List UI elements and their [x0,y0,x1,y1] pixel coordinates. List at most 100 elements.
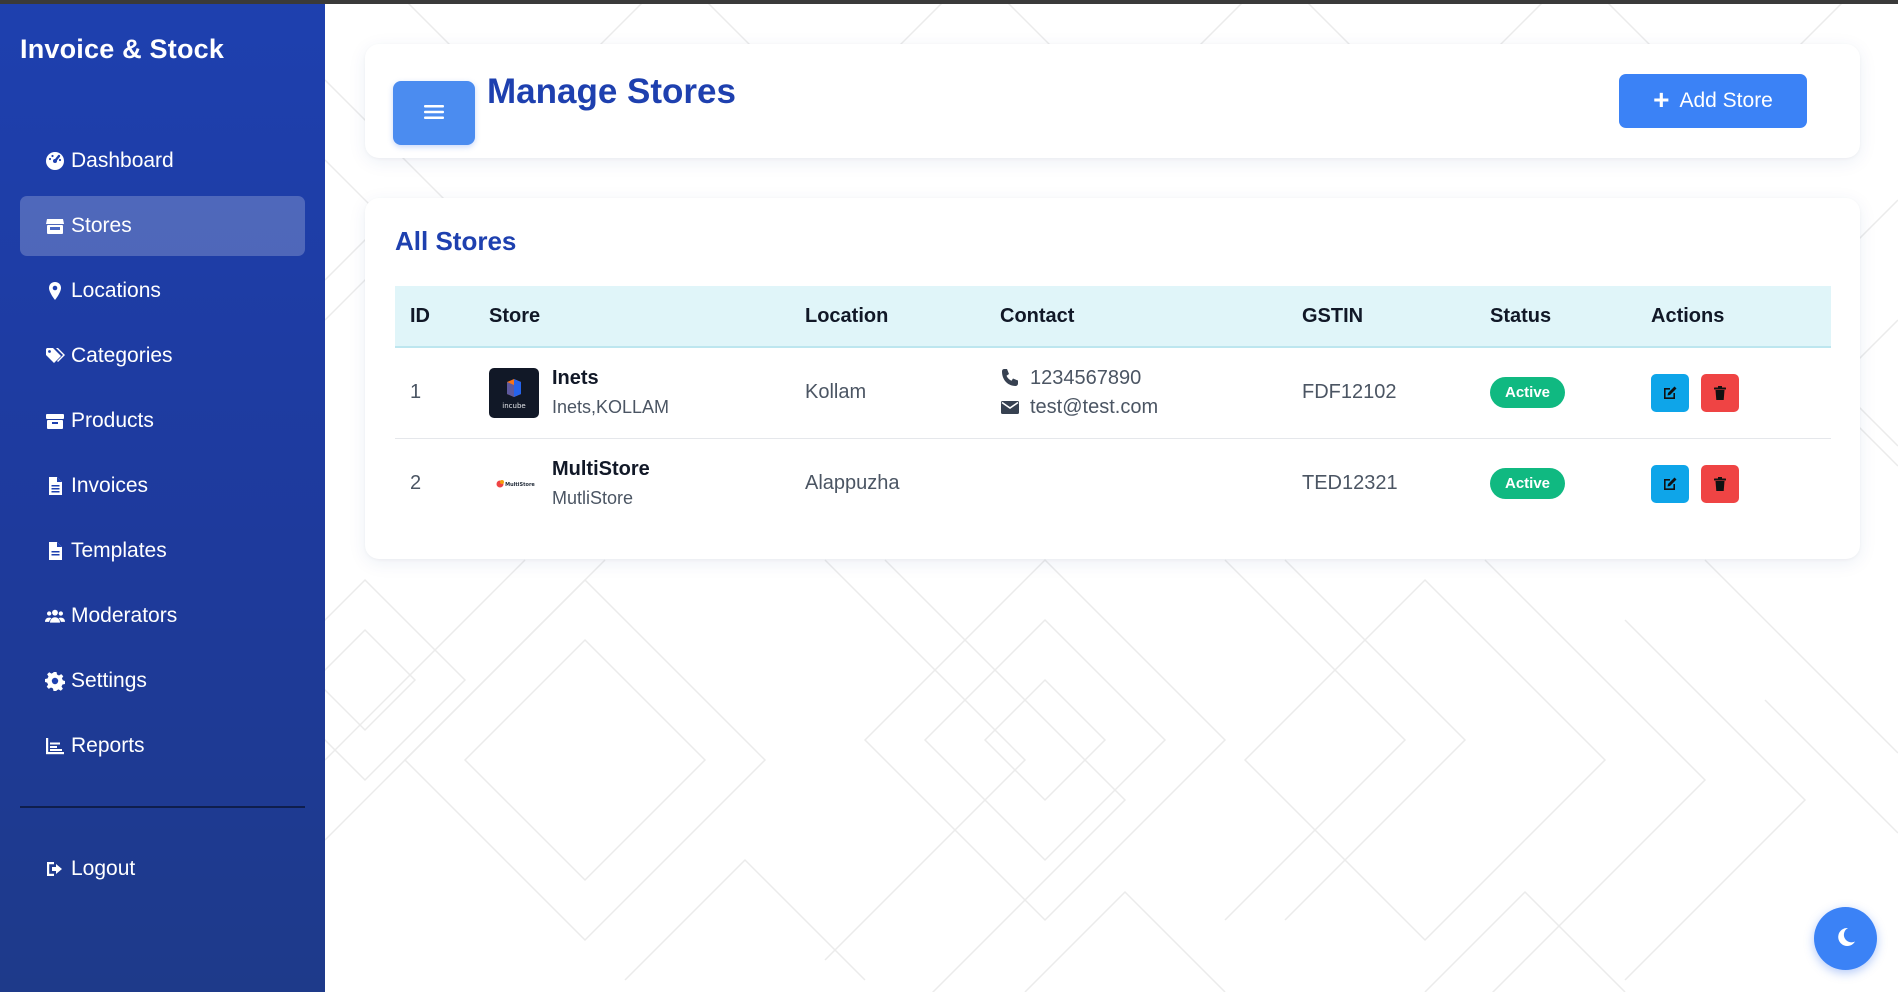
column-header-actions: Actions [1636,286,1831,348]
sidebar-item-stores[interactable]: Stores [20,196,305,256]
sidebar-item-categories[interactable]: Categories [20,326,305,386]
cell-location: Kollam [805,381,867,404]
gear-icon [44,670,66,692]
phone-number: 1234567890 [1030,366,1142,389]
sidebar-item-invoices[interactable]: Invoices [20,456,305,516]
cell-status: Active [1475,347,1636,438]
trash-icon [1714,476,1726,491]
cell-id: 2 [410,472,422,495]
add-store-button[interactable]: + Add Store [1619,74,1807,128]
users-icon [44,605,66,627]
stores-table: ID Store Location Contact GSTIN Status A… [395,286,1831,529]
trash-icon [1714,385,1726,400]
sidebar-item-label: Settings [71,669,147,692]
edit-button[interactable] [1651,464,1689,503]
page-header-card: Manage Stores + Add Store [365,44,1860,158]
sidebar-item-label: Stores [71,214,132,237]
column-header-gstin: GSTIN [1287,286,1475,348]
sidebar-item-label: Invoices [71,474,149,497]
cell-actions [1636,438,1831,529]
brand-title: Invoice & Stock [20,34,225,64]
store-info: incube Inets Inets,KOLLAM [489,367,790,418]
cell-status: Active [1475,438,1636,529]
column-header-store: Store [474,286,790,348]
store-subtitle: Inets,KOLLAM [552,397,670,418]
add-store-label: Add Store [1679,89,1773,112]
phone-icon [1002,369,1018,387]
delete-button[interactable] [1701,373,1739,412]
store-info: MultiStore MultiStore MutliStore [489,458,790,509]
sidebar-divider [20,806,305,808]
plus-icon: + [1653,83,1670,115]
logout-label: Logout [71,857,136,880]
table-row: 2 MultiStore MultiStore MutliStore Alapp… [395,438,1831,529]
box-icon [44,410,66,432]
column-header-contact: Contact [985,286,1287,348]
table-header-row: ID Store Location Contact GSTIN Status A… [395,286,1831,348]
table-row: 1 incube Inets Inets,KOLLAM Kollam 12345… [395,347,1831,438]
sidebar-item-moderators[interactable]: Moderators [20,586,305,646]
section-title: All Stores [395,226,517,256]
edit-button[interactable] [1651,373,1689,412]
stores-card: All Stores ID Store Location Contact GST… [365,198,1860,559]
cell-gstin: TED12321 [1302,472,1398,495]
sidebar-item-locations[interactable]: Locations [20,261,305,321]
cell-contact: 1234567890 test@test.com [985,347,1287,438]
logo-text: incube [502,402,525,410]
logout-button[interactable]: Logout [20,839,305,899]
window-top-border [0,0,1898,4]
status-badge: Active [1490,377,1566,409]
logo-text: MultiStore [505,482,535,488]
theme-toggle-button[interactable] [1814,907,1877,970]
cell-contact [985,438,1287,529]
cell-gstin: FDF12102 [1302,381,1397,404]
sidebar-item-label: Templates [71,539,167,562]
sidebar: Invoice & Stock Dashboard Stores Locatio… [0,0,325,992]
column-header-id: ID [395,286,474,348]
sidebar-item-label: Moderators [71,604,178,627]
hamburger-icon [424,104,444,123]
contact-email: test@test.com [1000,396,1287,419]
cell-store: incube Inets Inets,KOLLAM [474,347,790,438]
envelope-icon [1001,401,1019,415]
chart-icon [44,735,66,757]
column-header-status: Status [1475,286,1636,348]
sidebar-nav: Dashboard Stores Locations Categories Pr… [20,131,305,781]
main-content: Manage Stores + Add Store All Stores ID … [325,0,1898,992]
sidebar-item-label: Categories [71,344,173,367]
store-logo: MultiStore [489,458,539,509]
sidebar-item-label: Locations [71,279,161,302]
map-pin-icon [44,280,66,302]
sidebar-item-products[interactable]: Products [20,391,305,451]
moon-icon [1834,925,1858,952]
sign-out-icon [44,858,66,880]
sidebar-item-dashboard[interactable]: Dashboard [20,131,305,191]
cell-actions [1636,347,1831,438]
status-badge: Active [1490,468,1566,500]
template-file-icon [44,540,66,562]
email-address: test@test.com [1030,395,1159,418]
edit-icon [1664,477,1677,490]
sidebar-item-label: Reports [71,734,145,757]
sidebar-item-label: Dashboard [71,149,174,172]
store-icon [44,215,66,237]
invoice-file-icon [44,475,66,497]
edit-icon [1664,386,1677,399]
sidebar-item-templates[interactable]: Templates [20,521,305,581]
store-name: MultiStore [552,458,650,481]
cell-id: 1 [410,381,422,404]
delete-button[interactable] [1701,464,1739,503]
cell-store: MultiStore MultiStore MutliStore [474,438,790,529]
store-logo: incube [489,367,539,418]
store-subtitle: MutliStore [552,488,634,509]
cell-location: Alappuzha [805,472,900,495]
sidebar-item-label: Products [71,409,154,432]
menu-toggle-button[interactable] [393,81,475,145]
page-title: Manage Stores [487,72,736,111]
tags-icon [44,345,66,367]
gauge-icon [44,150,66,172]
sidebar-item-reports[interactable]: Reports [20,716,305,776]
contact-phone: 1234567890 [1000,367,1287,390]
column-header-location: Location [790,286,985,348]
sidebar-item-settings[interactable]: Settings [20,651,305,711]
